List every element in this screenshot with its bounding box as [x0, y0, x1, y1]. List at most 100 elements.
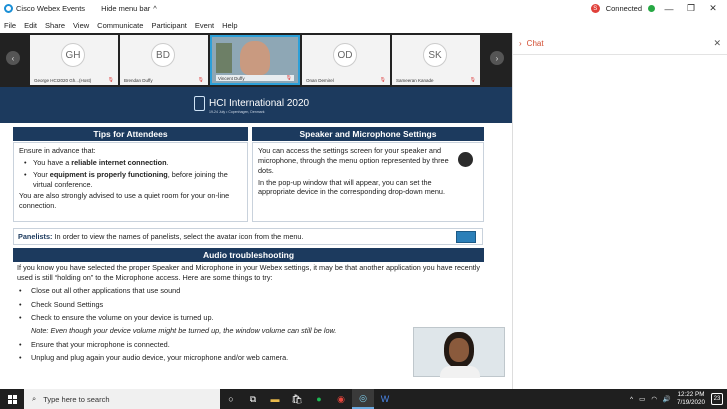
chat-header[interactable]: › Chat ✕: [513, 33, 727, 55]
menu-help[interactable]: Help: [222, 21, 237, 30]
tips-item-bold: reliable internet connection: [71, 157, 167, 167]
avatar: OD: [333, 43, 357, 67]
chevron-up-icon: ^: [153, 4, 157, 13]
search-placeholder: Type here to search: [43, 394, 110, 404]
word-icon[interactable]: W: [374, 389, 396, 409]
participant-video: [240, 41, 270, 75]
menu-share[interactable]: Share: [45, 21, 65, 30]
audio-item: Close out all other applications that us…: [13, 286, 488, 296]
menu-view[interactable]: View: [73, 21, 89, 30]
close-icon[interactable]: ✕: [705, 3, 721, 14]
chevron-left-icon: ‹: [11, 53, 15, 63]
audio-item: Check Sound Settings: [13, 300, 488, 310]
tips-item: Your equipment is properly functioning, …: [19, 170, 242, 190]
self-view-video[interactable]: [413, 327, 505, 378]
menu-bar: File Edit Share View Communicate Partici…: [0, 17, 727, 33]
connection-status: Connected: [605, 4, 642, 13]
hci-logo: HCI International 2020 19-24 July • Cope…: [194, 96, 310, 114]
windows-taskbar: ⌕ Type here to search ○ ⧉ ▬ 🛍 ● ◉ ◎ W ^ …: [0, 389, 727, 409]
webex-app-icon: [4, 4, 13, 13]
participant-name: Vincent Duffy: [218, 75, 245, 81]
speaker-text-1: You can access the settings screen for y…: [258, 146, 449, 175]
avatar: BD: [151, 43, 175, 67]
avatar: GH: [61, 43, 85, 67]
participant-name-row: George HCI2020 Gh...(Host) 🎙: [34, 77, 114, 83]
speaker-box: You can access the settings screen for y…: [252, 142, 484, 222]
mic-muted-icon: 🎙: [197, 77, 204, 83]
menu-participant[interactable]: Participant: [151, 21, 186, 30]
chevron-right-icon: ›: [519, 39, 522, 48]
clock-date: 7/19/2020: [676, 399, 705, 406]
status-badge[interactable]: S: [590, 4, 600, 13]
tips-item-text: .: [166, 157, 169, 167]
audio-header: Audio troubleshooting: [13, 248, 484, 262]
mic-muted-icon: 🎙: [469, 77, 476, 83]
notifications-badge[interactable]: 23: [711, 393, 723, 405]
hci-logo-mark: [194, 96, 205, 111]
spotify-icon[interactable]: ●: [308, 389, 330, 409]
avatar-panel-icon: [456, 231, 476, 243]
tips-outro: You are also strongly advised to use a q…: [19, 191, 230, 211]
network-icon[interactable]: ▭: [639, 395, 645, 403]
participant-tile[interactable]: OD Onan Demirel 🎙: [302, 35, 390, 85]
webex-taskbar-icon[interactable]: ◎: [352, 389, 374, 409]
tips-item-bold: equipment is properly functioning: [49, 169, 168, 179]
chevron-right-icon: ›: [495, 53, 499, 63]
menu-edit[interactable]: Edit: [24, 21, 37, 30]
window-title: Cisco Webex Events: [16, 4, 86, 13]
participant-name-row: Brendan Duffy 🎙: [124, 77, 204, 83]
participant-tile[interactable]: GH George HCI2020 Gh...(Host) 🎙: [30, 35, 118, 85]
file-explorer-icon[interactable]: ▬: [264, 389, 286, 409]
speaker-header: Speaker and Microphone Settings: [252, 127, 484, 141]
participant-strip: ‹ GH George HCI2020 Gh...(Host) 🎙 BD Bre…: [0, 33, 512, 87]
mic-muted-icon: 🎙: [285, 75, 292, 81]
tips-header: Tips for Attendees: [13, 127, 248, 141]
participant-name: Sameeran Kanade: [396, 77, 434, 83]
panelists-note: Panelists: In order to view the names of…: [13, 228, 483, 245]
audio-intro: If you know you have selected the proper…: [17, 263, 481, 282]
start-button[interactable]: [0, 389, 24, 409]
chevron-up-icon[interactable]: ^: [630, 396, 633, 403]
clock-time: 12:22 PM: [677, 391, 705, 399]
participant-tile[interactable]: SK Sameeran Kanade 🎙: [392, 35, 480, 85]
title-bar-right: S Connected — ❐ ✕: [590, 3, 727, 14]
strip-next-button[interactable]: ›: [490, 51, 504, 65]
participant-name: Onan Demirel: [306, 77, 334, 83]
participant-name: Brendan Duffy: [124, 77, 153, 83]
participant-name-row: Vincent Duffy 🎙: [216, 75, 294, 81]
chat-panel: › Chat ✕: [512, 33, 727, 389]
hide-menu-label: Hide menu bar: [101, 4, 151, 13]
volume-icon[interactable]: 🔊: [663, 395, 671, 403]
cortana-icon[interactable]: ○: [220, 389, 242, 409]
video-background: [216, 43, 232, 73]
participant-tile[interactable]: BD Brendan Duffy 🎙: [120, 35, 208, 85]
strip-prev-button[interactable]: ‹: [6, 51, 20, 65]
restore-icon[interactable]: ❐: [683, 3, 699, 14]
tips-item-text: You have a: [33, 157, 72, 167]
windows-icon: [7, 394, 17, 404]
tips-item-text: Your: [33, 169, 50, 179]
menu-event[interactable]: Event: [195, 21, 214, 30]
hide-menu-bar-button[interactable]: Hide menu bar ^: [101, 4, 157, 13]
minimize-icon[interactable]: —: [661, 4, 677, 14]
participant-name-row: Onan Demirel 🎙: [306, 77, 386, 83]
chrome-icon[interactable]: ◉: [330, 389, 352, 409]
connection-ok-icon: [648, 5, 655, 12]
participant-tile-active-video[interactable]: Vincent Duffy 🎙: [210, 35, 300, 85]
close-chat-icon[interactable]: ✕: [713, 38, 721, 49]
panelists-label: Panelists:: [18, 232, 53, 241]
menu-communicate[interactable]: Communicate: [97, 21, 143, 30]
store-icon[interactable]: 🛍: [286, 389, 308, 409]
menu-file[interactable]: File: [4, 21, 16, 30]
system-tray: ^ ▭ ◠ 🔊 12:22 PM 7/19/2020 23: [630, 391, 727, 406]
logo-text: HCI International 2020: [209, 98, 310, 109]
audio-item: Check to ensure the volume on your devic…: [13, 313, 488, 323]
wifi-icon[interactable]: ◠: [651, 395, 657, 403]
chat-title: Chat: [526, 39, 544, 48]
logo-subtitle: 19-24 July • Copenhagen, Denmark: [209, 110, 265, 114]
taskbar-search[interactable]: ⌕ Type here to search: [24, 389, 220, 409]
task-view-icon[interactable]: ⧉: [242, 389, 264, 409]
tips-intro: Ensure in advance that:: [19, 146, 96, 155]
clock[interactable]: 12:22 PM 7/19/2020: [677, 391, 705, 406]
participant-name: George HCI2020 Gh...(Host): [34, 77, 92, 83]
